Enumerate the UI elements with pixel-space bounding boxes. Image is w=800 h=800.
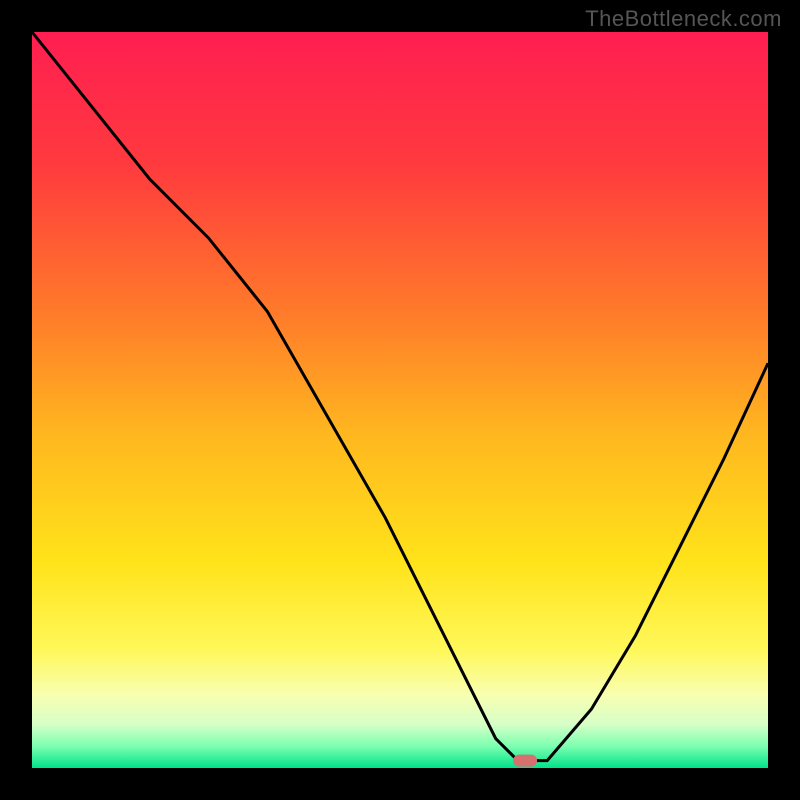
- bottleneck-chart: [32, 32, 768, 768]
- chart-frame: TheBottleneck.com: [0, 0, 800, 800]
- watermark-text: TheBottleneck.com: [585, 6, 782, 32]
- optimum-marker: [513, 755, 537, 767]
- gradient-background: [32, 32, 768, 768]
- plot-area: [32, 32, 768, 768]
